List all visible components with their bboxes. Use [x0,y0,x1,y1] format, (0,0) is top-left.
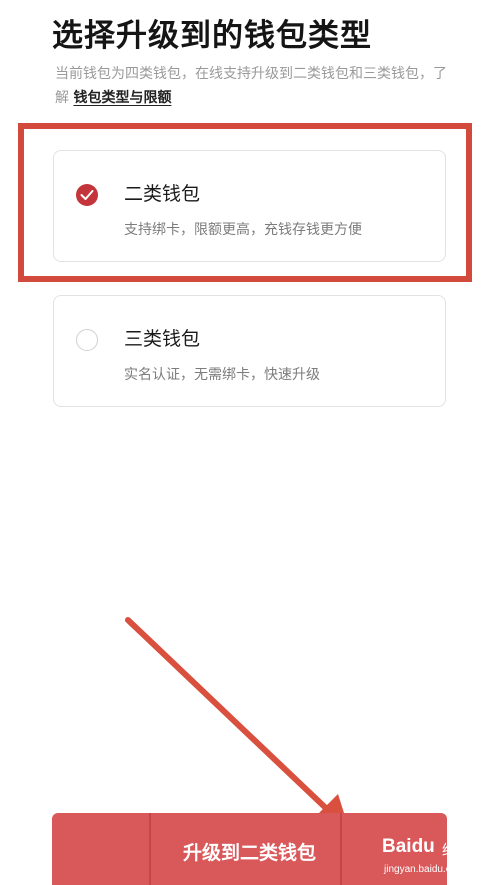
option-description: 支持绑卡，限额更高，充钱存钱更方便 [124,222,362,238]
upgrade-to-class-2-button[interactable]: 升级到二类钱包 [52,813,447,885]
checkmark-icon [80,190,94,200]
option-title: 二类钱包 [124,183,201,205]
page-title: 选择升级到的钱包类型 [52,18,372,54]
option-card-class-3-wallet[interactable]: 三类钱包 实名认证，无需绑卡，快速升级 [53,295,446,407]
option-card-class-2-wallet[interactable]: 二类钱包 支持绑卡，限额更高，充钱存钱更方便 [53,150,446,262]
upgrade-button-label: 升级到二类钱包 [182,842,316,864]
wallet-type-limit-link[interactable]: 钱包类型与限额 [73,90,171,106]
option-description: 实名认证，无需绑卡，快速升级 [124,367,320,383]
intro-text: 当前钱包为四类钱包，在线支持升级到二类钱包和三类钱包，了解 钱包类型与限额 [55,62,455,110]
checked-radio-icon[interactable] [76,184,98,206]
option-title: 三类钱包 [124,328,201,350]
unchecked-radio-icon[interactable] [76,329,98,351]
